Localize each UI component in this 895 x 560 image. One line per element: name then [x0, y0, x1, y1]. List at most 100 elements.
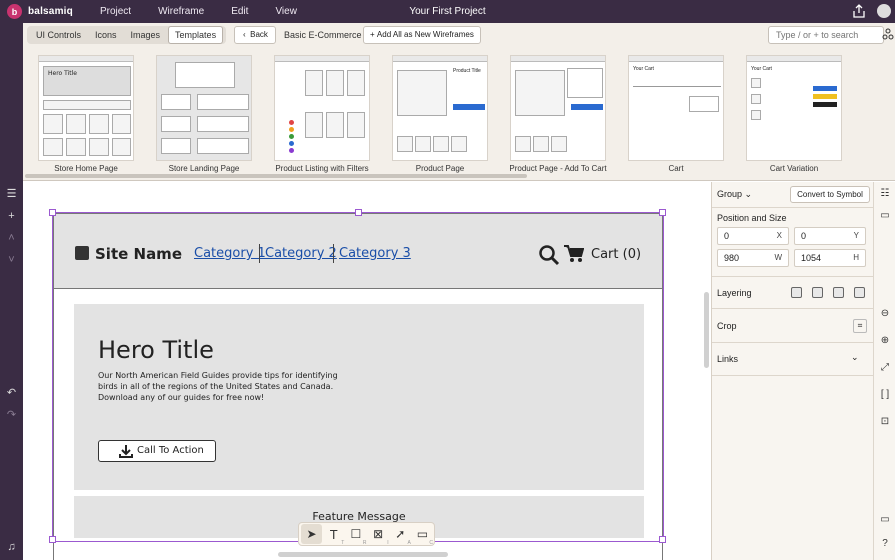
tab-images[interactable]: Images [125, 27, 167, 43]
avatar[interactable] [877, 4, 891, 18]
music-note-icon[interactable]: ♫ [5, 541, 18, 554]
comments-icon[interactable]: ▭ [879, 210, 891, 222]
pointer-icon[interactable]: ➤ [301, 524, 323, 544]
wireframe-canvas[interactable]: Site Name Category 1 Category 2 Category… [23, 182, 711, 560]
h-unit: H [853, 253, 859, 262]
quick-add-toolbar: ➤ TT ☐ R ⊠ I ➚ A ▭ C [298, 522, 435, 546]
template-product-add-to-cart[interactable]: Product Page - Add To Cart [508, 55, 608, 173]
divider [712, 207, 874, 208]
tool-shortcut: A [407, 540, 411, 546]
bring-forward-icon[interactable] [833, 287, 844, 298]
share-icon[interactable] [852, 4, 866, 18]
help-icon[interactable]: ? [879, 538, 891, 550]
template-store-landing[interactable]: Store Landing Page [154, 55, 254, 173]
template-label: Product Page [415, 164, 465, 173]
canvas-horizontal-scrollbar[interactable] [278, 552, 448, 557]
download-icon [119, 445, 133, 458]
template-cart-variation[interactable]: Your Cart Cart Variation [744, 55, 844, 173]
zoom-out-icon[interactable]: ⊖ [879, 308, 891, 320]
x-field[interactable]: 0X [717, 227, 789, 245]
top-bar: b balsamiq Project Wireframe Edit View Y… [0, 0, 895, 23]
image-placeholder-tool-icon[interactable]: ⊠ I [368, 524, 389, 546]
library-settings-icon[interactable] [882, 28, 894, 40]
comment-tool-icon[interactable]: ▭ C [412, 524, 433, 546]
add-all-button[interactable]: + Add All as New Wireframes [363, 26, 481, 44]
hero-text: Our North American Field Guides provide … [98, 371, 338, 402]
template-label: Store Landing Page [168, 164, 240, 173]
y-field[interactable]: 0Y [794, 227, 866, 245]
arrow-tool-icon[interactable]: ➚ A [390, 524, 411, 546]
search-icon [539, 245, 560, 266]
y-unit: Y [853, 231, 859, 240]
menu-wireframe[interactable]: Wireframe [158, 6, 204, 17]
category-link-1[interactable]: Category 1 [194, 246, 266, 261]
back-button[interactable]: ‹ Back [234, 26, 276, 44]
zoom-in-icon[interactable]: ⊕ [879, 335, 891, 347]
chevron-down-icon[interactable]: ⌄ [851, 352, 859, 363]
rectangle-tool-icon[interactable]: ☐ R [345, 524, 367, 546]
menu-edit[interactable]: Edit [231, 6, 248, 17]
divider [712, 276, 874, 277]
template-label: Store Home Page [54, 164, 118, 173]
undo-icon[interactable]: ↶ [5, 387, 18, 400]
back-label: Back [250, 30, 268, 39]
text-tool-icon[interactable]: TT [323, 524, 345, 547]
call-to-action-button[interactable]: Call To Action [98, 440, 216, 462]
fullscreen-icon[interactable]: ⤢ [879, 362, 891, 374]
crop-heading: Crop [717, 321, 737, 331]
tool-shortcut: T [341, 540, 345, 546]
group-dropdown[interactable]: Group ⌄ [717, 189, 752, 200]
category-link-2[interactable]: Category 2 [265, 246, 337, 261]
library-name: Basic E-Commerce [284, 30, 362, 40]
crop-icon[interactable]: ⌗ [853, 319, 867, 333]
balsamiq-logo-icon[interactable]: b [7, 4, 22, 19]
menu-view[interactable]: View [275, 6, 297, 17]
canvas-vertical-scrollbar[interactable] [704, 292, 709, 368]
properties-sliders-icon[interactable]: ☷ [879, 188, 891, 200]
ui-library-panel: UI Controls Icons Images Templates ‹ Bac… [23, 23, 895, 181]
x-unit: X [776, 231, 782, 240]
brackets-icon[interactable]: [ ] [879, 389, 891, 401]
layering-heading: Layering [717, 288, 752, 298]
library-search-input[interactable] [768, 26, 884, 44]
redo-icon[interactable]: ↷ [5, 409, 18, 422]
site-name: Site Name [95, 245, 182, 263]
height-field[interactable]: 1054 H [794, 249, 866, 267]
tab-ui-controls[interactable]: UI Controls [30, 27, 87, 43]
h-value: 1054 [801, 253, 822, 263]
template-product-listing[interactable]: Product Listing with Filters [272, 55, 372, 173]
thumb-cart-title: Your Cart [751, 66, 772, 72]
template-store-home[interactable]: Hero Title Store Home Page [36, 55, 136, 173]
library-scrollbar[interactable] [25, 174, 527, 178]
template-cart[interactable]: Your Cart Cart [626, 55, 726, 173]
chevron-down-icon[interactable]: ˅ [5, 254, 18, 267]
category-separator [333, 244, 334, 263]
wireframe-list-icon[interactable]: ☰ [5, 188, 18, 201]
template-label: Cart Variation [769, 164, 819, 173]
tab-icons[interactable]: Icons [89, 27, 123, 43]
template-thumbnail [274, 55, 370, 161]
wireframe-page[interactable]: Site Name Category 1 Category 2 Category… [53, 213, 663, 560]
library-tabs: UI Controls Icons Images Templates [27, 26, 227, 44]
tab-templates[interactable]: Templates [168, 26, 224, 44]
bring-to-front-icon[interactable] [854, 287, 865, 298]
wireframe-header[interactable]: Site Name Category 1 Category 2 Category… [54, 214, 662, 289]
convert-to-symbol-button[interactable]: Convert to Symbol [790, 186, 870, 203]
category-link-3[interactable]: Category 3 [339, 246, 411, 261]
links-heading[interactable]: Links [717, 354, 738, 364]
width-field[interactable]: 980 W [717, 249, 789, 267]
hero-section[interactable]: Hero Title Our North American Field Guid… [74, 304, 644, 490]
menu-project[interactable]: Project [100, 6, 131, 17]
template-product-page[interactable]: Product Title Product Page [390, 55, 490, 173]
add-wireframe-icon[interactable]: + [5, 210, 18, 223]
category-separator [259, 244, 260, 263]
template-label: Product Page - Add To Cart [509, 164, 607, 173]
send-backward-icon[interactable] [812, 287, 823, 298]
fit-to-screen-icon[interactable]: ⊡ [879, 416, 891, 428]
chevron-up-icon[interactable]: ˄ [5, 232, 18, 245]
thumb-product-title: Product Title [453, 68, 481, 74]
send-to-back-icon[interactable] [791, 287, 802, 298]
cart-icon [564, 245, 584, 262]
y-value: 0 [801, 231, 807, 241]
feedback-icon[interactable]: ▭ [879, 514, 891, 526]
